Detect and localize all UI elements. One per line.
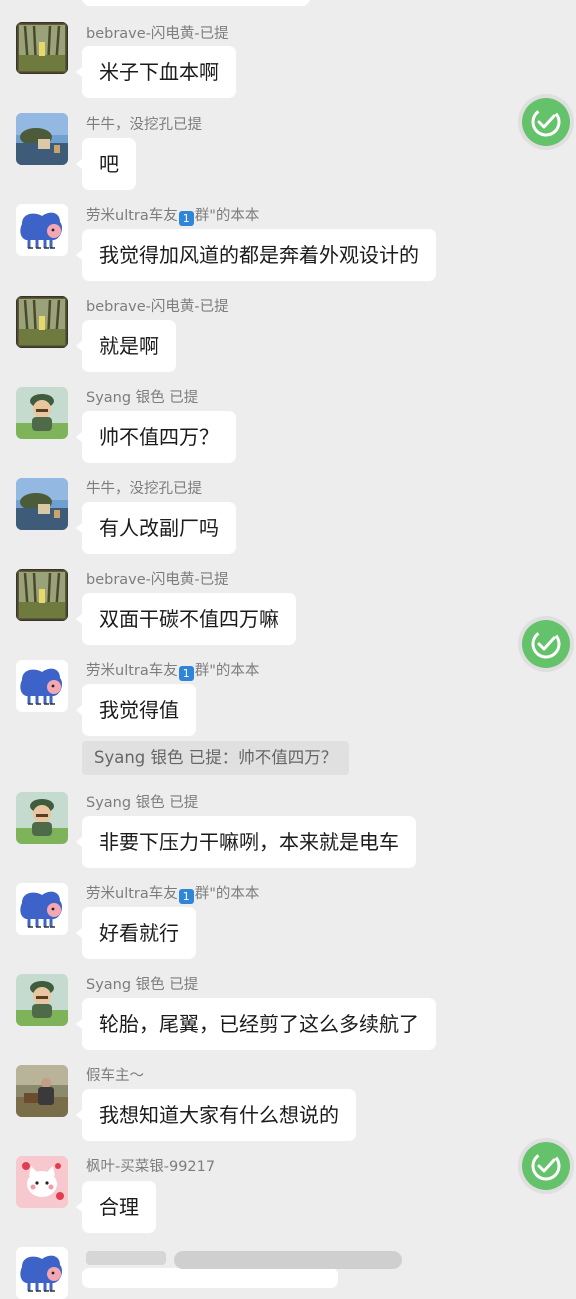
avatar[interactable]: [16, 204, 68, 256]
message-bubble[interactable]: 我觉得值: [76, 684, 196, 736]
mario-avatar-image: [16, 387, 68, 439]
blue-cat-avatar-image: [16, 204, 68, 256]
forest-avatar-image: [16, 569, 68, 621]
avatar[interactable]: [16, 1065, 68, 1117]
sender-name: 枫叶-买菜银-99217: [86, 1159, 216, 1175]
sender-name-prefix: 劳米ultra车友: [86, 886, 178, 902]
message-bubble[interactable]: 轮胎，尾翼，已经剪了这么多续航了: [76, 998, 436, 1050]
next-message-bubble: [82, 1268, 338, 1288]
sender-name: bebrave-闪电黄-已提: [86, 299, 229, 315]
forest-avatar-image: [16, 296, 68, 348]
mario-avatar-image: [16, 792, 68, 844]
sender-name: Syang 银色 已提: [86, 977, 199, 993]
keycap-number-badge: 1: [178, 211, 194, 226]
quoted-message[interactable]: Syang 银色 已提：帅不值四万？: [82, 741, 350, 775]
avatar[interactable]: [16, 1156, 68, 1208]
sender-name: bebrave-闪电黄-已提: [86, 26, 229, 42]
avatar[interactable]: [16, 113, 68, 165]
person-avatar-image: [16, 1065, 68, 1117]
previous-message-bubble: [82, 0, 310, 6]
pink-cat-avatar-image: [16, 1156, 68, 1208]
message-bubble[interactable]: 有人改副厂吗: [76, 502, 236, 554]
sender-name: Syang 银色 已提: [86, 795, 199, 811]
message-bubble[interactable]: 我想知道大家有什么想说的: [76, 1089, 356, 1141]
sender-name-suffix: 群"的本本: [194, 208, 260, 224]
keycap-number-badge: 1: [178, 666, 194, 681]
sender-name: 牛牛，没挖孔已提: [86, 117, 202, 133]
message-bubble[interactable]: 双面干碳不值四万嘛: [76, 593, 296, 645]
check-circle-icon: [522, 98, 570, 146]
message-bubble[interactable]: 好看就行: [76, 907, 196, 959]
sender-name: bebrave-闪电黄-已提: [86, 572, 229, 588]
avatar[interactable]: [16, 1247, 68, 1299]
message-bubble[interactable]: 吧: [76, 138, 136, 190]
mario-avatar-image: [16, 974, 68, 1026]
home-indicator: [174, 1251, 402, 1269]
blurred-sender-name: [86, 1251, 166, 1265]
sender-name: 劳米ultra车友 1 群"的本本: [86, 207, 259, 226]
blue-cat-avatar-image: [16, 1247, 68, 1299]
blue-cat-avatar-image: [16, 660, 68, 712]
message-bubble[interactable]: 合理: [76, 1181, 156, 1233]
message-bubble[interactable]: 就是啊: [76, 320, 176, 372]
check-circle-button[interactable]: [518, 616, 574, 672]
sender-name-prefix: 劳米ultra车友: [86, 663, 178, 679]
avatar[interactable]: [16, 22, 68, 74]
sender-name-suffix: 群"的本本: [194, 663, 260, 679]
lake-avatar-image: [16, 113, 68, 165]
avatar[interactable]: [16, 387, 68, 439]
message-bubble[interactable]: 非要下压力干嘛咧，本来就是电车: [76, 816, 416, 868]
sender-name: 劳米ultra车友 1 群"的本本: [86, 662, 259, 681]
avatar[interactable]: [16, 478, 68, 530]
check-circle-icon: [522, 1142, 570, 1190]
message-bubble[interactable]: 我觉得加风道的都是奔着外观设计的: [76, 229, 436, 281]
avatar[interactable]: [16, 569, 68, 621]
check-circle-button[interactable]: [518, 94, 574, 150]
avatar[interactable]: [16, 296, 68, 348]
check-circle-icon: [522, 620, 570, 668]
message-bubble[interactable]: 帅不值四万？: [76, 411, 236, 463]
sender-name: Syang 银色 已提: [86, 390, 199, 406]
sender-name-prefix: 劳米ultra车友: [86, 208, 178, 224]
sender-name: 劳米ultra车友 1 群"的本本: [86, 885, 259, 904]
lake-avatar-image: [16, 478, 68, 530]
avatar[interactable]: [16, 883, 68, 935]
message-bubble[interactable]: 米子下血本啊: [76, 46, 236, 98]
avatar[interactable]: [16, 660, 68, 712]
avatar[interactable]: [16, 974, 68, 1026]
check-circle-button[interactable]: [518, 1138, 574, 1194]
blue-cat-avatar-image: [16, 883, 68, 935]
forest-avatar-image: [16, 22, 68, 74]
sender-name: 假车主～: [86, 1068, 144, 1084]
keycap-number-badge: 1: [178, 889, 194, 904]
avatar[interactable]: [16, 792, 68, 844]
sender-name-suffix: 群"的本本: [194, 886, 260, 902]
sender-name: 牛牛，没挖孔已提: [86, 481, 202, 497]
